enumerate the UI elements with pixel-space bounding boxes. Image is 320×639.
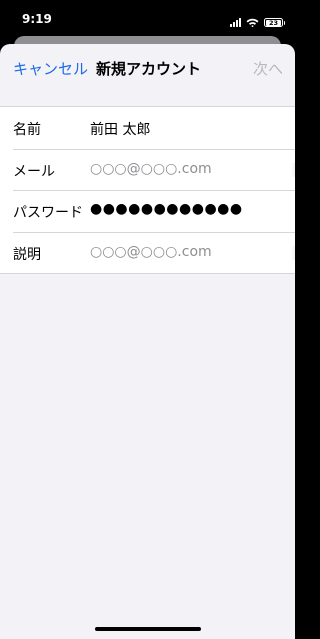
- password-row[interactable]: パスワード ●●●●●●●●●●●●: [0, 190, 295, 232]
- password-field[interactable]: ●●●●●●●●●●●●: [90, 201, 243, 217]
- description-label: 説明: [13, 246, 41, 263]
- name-row[interactable]: 名前 前田 太郎: [0, 107, 295, 149]
- name-field[interactable]: 前田 太郎: [90, 119, 150, 139]
- account-form: 名前 前田 太郎 メール ○○○@○○○.com パスワード ●●●●●●●●●…: [0, 106, 295, 274]
- wifi-icon: [246, 13, 259, 32]
- email-label: メール: [13, 163, 55, 180]
- page-title: 新規アカウント: [96, 60, 202, 78]
- ios-screen: 9:19 23 キャンセル 新規アカウント 次へ 名前 前田 太郎 メール ○○…: [0, 0, 295, 639]
- description-field[interactable]: ○○○@○○○.com: [90, 244, 212, 260]
- email-field[interactable]: ○○○@○○○.com: [90, 161, 212, 177]
- name-label: 名前: [13, 122, 41, 138]
- status-icons: 23: [230, 13, 285, 32]
- status-time: 9:19: [22, 12, 52, 26]
- row-edge: [291, 162, 295, 177]
- cancel-button[interactable]: キャンセル: [13, 58, 88, 79]
- battery-icon: 23: [264, 18, 285, 27]
- email-row[interactable]: メール ○○○@○○○.com: [0, 148, 295, 191]
- signal-icon: [230, 18, 241, 27]
- status-bar: 9:19 23: [0, 0, 295, 40]
- home-indicator[interactable]: [95, 627, 201, 631]
- navigation-bar: キャンセル 新規アカウント 次へ: [0, 44, 295, 92]
- description-row[interactable]: 説明 ○○○@○○○.com: [0, 231, 295, 274]
- row-edge: [291, 245, 295, 260]
- next-button[interactable]: 次へ: [253, 58, 283, 79]
- new-account-sheet: キャンセル 新規アカウント 次へ 名前 前田 太郎 メール ○○○@○○○.co…: [0, 44, 295, 639]
- battery-level: 23: [266, 19, 281, 26]
- password-label: パスワード: [13, 205, 83, 221]
